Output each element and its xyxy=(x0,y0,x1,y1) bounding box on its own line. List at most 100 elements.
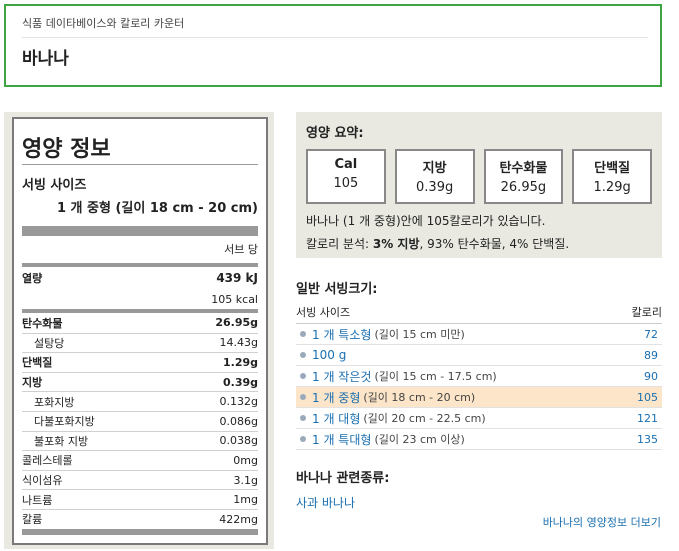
nutrient-row: 칼륨 422mg xyxy=(22,508,258,529)
nutrient-value: 439 kJ xyxy=(216,271,258,285)
servings-title: 일반 서빙크기: xyxy=(296,282,378,297)
per-serving-label: 서브 당 xyxy=(224,243,258,256)
nutrient-label: 다불포화지방 xyxy=(34,415,95,429)
nutrient-value: 0.086g xyxy=(219,414,258,428)
nutrient-row: 콜레스테롤 0mg xyxy=(22,450,258,470)
related-link-apple-banana[interactable]: 사과 바나나 xyxy=(296,494,355,511)
bullet-icon xyxy=(300,436,306,442)
nutrient-label: 칼륨 xyxy=(22,513,43,527)
serving-detail: (길이 23 cm 이상) xyxy=(374,433,465,446)
nutrient-value: 105 kcal xyxy=(211,292,258,306)
nutrient-value: 0.132g xyxy=(219,395,258,409)
serving-calories[interactable]: 72 xyxy=(644,328,662,341)
summary-boxes: Cal 105 지방 0.39g 탄수화물 26.95g 단백질 1.29g xyxy=(306,149,652,204)
nutrition-facts-panel: 영양 정보 서빙 사이즈 1 개 중형 (길이 18 cm - 20 cm) 서… xyxy=(12,117,268,545)
serving-row[interactable]: 1 개 작은것 (길이 15 cm - 17.5 cm) 90 xyxy=(296,366,662,387)
summary-breakdown-text: 칼로리 분석: 3% 지방, 93% 탄수화물, 4% 단백질. xyxy=(306,237,570,251)
serving-link[interactable]: 1 개 특소형 xyxy=(312,326,371,343)
serving-row[interactable]: 1 개 특소형 (길이 15 cm 미만) 72 xyxy=(296,324,662,345)
nutrient-label: 콜레스테롤 xyxy=(22,454,73,468)
nutrient-value: 0.39g xyxy=(222,375,258,389)
summary-box: 단백질 1.29g xyxy=(572,149,652,204)
summary-box-name: 탄수화물 xyxy=(499,161,548,176)
summary-box-name: Cal xyxy=(334,157,358,172)
nutrient-value: 422mg xyxy=(219,512,258,526)
summary-box-value: 1.29g xyxy=(593,180,631,195)
nutrition-summary: 영양 요약: Cal 105 지방 0.39g 탄수화물 26.95g 단백질 1.29g 바… xyxy=(296,112,662,258)
serving-row[interactable]: 1 개 중형 (길이 18 cm - 20 cm) 105 xyxy=(296,387,662,408)
nutrient-row-energy: 열량 439 kJ xyxy=(22,267,258,289)
serving-row[interactable]: 100 g 89 xyxy=(296,345,662,366)
serving-link[interactable]: 1 개 특대형 xyxy=(312,431,371,448)
summary-box: 지방 0.39g xyxy=(394,149,475,204)
summary-box-value: 0.39g xyxy=(416,180,454,195)
summary-box-name: 단백질 xyxy=(594,161,631,176)
serving-calories[interactable]: 135 xyxy=(637,433,662,446)
page-header: 식품 데이타베이스와 칼로리 카운터 바나나 xyxy=(4,4,662,87)
nutrient-value: 0mg xyxy=(233,453,258,467)
related-foods: 바나나 관련종류: 사과 바나나 xyxy=(296,467,662,511)
summary-calorie-text: 바나나 (1 개 중형)안에 105칼로리가 있습니다. xyxy=(306,214,546,228)
nutrient-row: 탄수화물 26.95g xyxy=(22,313,258,333)
nutrient-value: 3.1g xyxy=(233,473,258,487)
nutrient-label: 열량 xyxy=(22,272,43,285)
bullet-icon xyxy=(300,331,306,337)
nutrient-label: 포화지방 xyxy=(34,395,75,409)
breadcrumb[interactable]: 식품 데이타베이스와 칼로리 카운터 xyxy=(22,15,648,38)
summary-box-name: 지방 xyxy=(422,161,447,176)
nutrient-row: 포화지방 0.132g xyxy=(22,391,258,411)
serving-link[interactable]: 100 g xyxy=(312,348,346,362)
nutrient-row: 나트륨 1mg xyxy=(22,489,258,509)
bullet-icon xyxy=(300,352,306,358)
serving-detail: (길이 15 cm - 17.5 cm) xyxy=(374,370,497,383)
serving-link[interactable]: 1 개 대형 xyxy=(312,410,360,427)
nutrient-row: 단백질 1.29g xyxy=(22,352,258,372)
column-calories: 칼로리 xyxy=(631,306,662,319)
nutrient-label: 식이섬유 xyxy=(22,474,63,488)
serving-link[interactable]: 1 개 중형 xyxy=(312,389,360,406)
common-servings: 일반 서빙크기: 서빙 사이즈 칼로리 1 개 특소형 (길이 15 cm 미만)… xyxy=(296,278,662,450)
nutrient-label: 나트륨 xyxy=(22,493,53,507)
serving-calories[interactable]: 89 xyxy=(644,349,662,362)
serving-rows: 1 개 특소형 (길이 15 cm 미만) 72 100 g 89 1 개 작은것 (길이 … xyxy=(296,324,662,450)
page-title: 바나나 xyxy=(22,49,69,69)
divider-bottom xyxy=(22,528,258,535)
nutrient-value: 1mg xyxy=(233,493,258,507)
serving-calories[interactable]: 105 xyxy=(637,391,662,404)
column-serving-size: 서빙 사이즈 xyxy=(296,306,351,319)
nutrient-label: 설탕당 xyxy=(34,336,65,350)
nutrient-label: 단백질 xyxy=(22,356,53,370)
more-nutrition-link[interactable]: 바나나의 영양정보 더보기 xyxy=(543,514,661,530)
nutrition-panel-wrapper: 영양 정보 서빙 사이즈 1 개 중형 (길이 18 cm - 20 cm) 서… xyxy=(4,112,274,549)
summary-box: Cal 105 xyxy=(306,149,386,204)
nutrition-title: 영양 정보 xyxy=(22,131,258,165)
nutrient-rows: 탄수화물 26.95g 설탕당 14.43g 단백질 1.29g 지방 0.39g 포화지방 0.… xyxy=(22,313,258,529)
summary-title: 영양 요약: xyxy=(306,126,364,141)
nutrient-label: 탄수화물 xyxy=(22,316,63,330)
summary-box-value: 105 xyxy=(333,176,359,191)
serving-size-value: 1 개 중형 (길이 18 cm - 20 cm) xyxy=(56,201,258,216)
related-title: 바나나 관련종류: xyxy=(296,471,390,486)
serving-row[interactable]: 1 개 대형 (길이 20 cm - 22.5 cm) 121 xyxy=(296,408,662,429)
serving-size-label: 서빙 사이즈 xyxy=(22,178,87,193)
bullet-icon xyxy=(300,394,306,400)
nutrient-row: 불포화 지방 0.038g xyxy=(22,430,258,451)
nutrient-row-kcal: 105 kcal xyxy=(22,289,258,309)
nutrient-row: 식이섬유 3.1g xyxy=(22,469,258,490)
nutrient-value: 0.038g xyxy=(219,434,258,448)
nutrient-value: 26.95g xyxy=(215,316,258,330)
serving-row[interactable]: 1 개 특대형 (길이 23 cm 이상) 135 xyxy=(296,429,662,450)
serving-calories[interactable]: 121 xyxy=(637,412,662,425)
nutrient-label: 불포화 지방 xyxy=(34,434,89,448)
nutrient-row: 다불포화지방 0.086g xyxy=(22,410,258,431)
nutrient-row: 설탕당 14.43g xyxy=(22,332,258,353)
divider-thick xyxy=(22,226,258,236)
serving-link[interactable]: 1 개 작은것 xyxy=(312,368,371,385)
serving-detail: (길이 20 cm - 22.5 cm) xyxy=(363,412,486,425)
bullet-icon xyxy=(300,373,306,379)
nutrient-row: 지방 0.39g xyxy=(22,371,258,392)
nutrient-value: 1.29g xyxy=(222,355,258,369)
serving-calories[interactable]: 90 xyxy=(644,370,662,383)
servings-table-header: 서빙 사이즈 칼로리 xyxy=(296,304,662,324)
nutrient-value: 14.43g xyxy=(219,336,258,350)
